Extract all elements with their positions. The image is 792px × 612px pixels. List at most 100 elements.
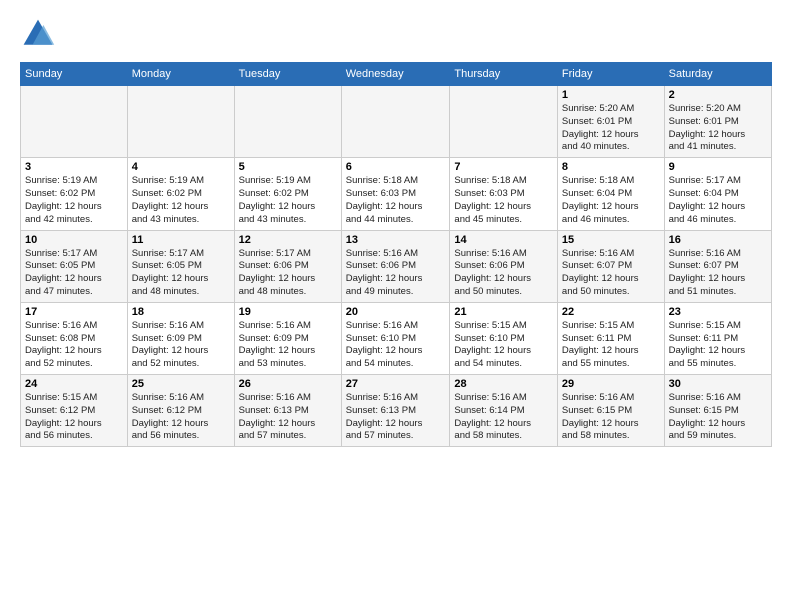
calendar-cell: 4Sunrise: 5:19 AM Sunset: 6:02 PM Daylig… — [127, 158, 234, 230]
day-info: Sunrise: 5:20 AM Sunset: 6:01 PM Dayligh… — [562, 103, 660, 154]
calendar-cell: 23Sunrise: 5:15 AM Sunset: 6:11 PM Dayli… — [664, 302, 771, 374]
calendar-cell: 9Sunrise: 5:17 AM Sunset: 6:04 PM Daylig… — [664, 158, 771, 230]
calendar-cell: 15 Sunrise: 5:16 AM Sunset: 6:07 PM Dayli… — [557, 230, 664, 302]
calendar-cell: 24Sunrise: 5:15 AM Sunset: 6:12 PM Dayli… — [21, 375, 128, 447]
calendar-cell: 11 Sunrise: 5:17 AM Sunset: 6:05 PM Dayli… — [127, 230, 234, 302]
calendar-cell — [21, 86, 128, 158]
weekday-header-sunday: Sunday — [21, 63, 128, 86]
day-info: Sunrise: 5:17 AM Sunset: 6:06 PM Dayligh… — [239, 248, 337, 299]
day-number: 3 — [25, 161, 123, 173]
calendar-cell: 10Sunrise: 5:17 AM Sunset: 6:05 PM Dayli… — [21, 230, 128, 302]
weekday-header-tuesday: Tuesday — [234, 63, 341, 86]
day-info: Sunrise: 5:18 AM Sunset: 6:04 PM Dayligh… — [562, 175, 660, 226]
calendar-cell: 30Sunrise: 5:16 AM Sunset: 6:15 PM Dayli… — [664, 375, 771, 447]
day-number: 29 — [562, 378, 660, 390]
day-info: Sunrise: 5:16 AM Sunset: 6:13 PM Dayligh… — [346, 392, 446, 443]
day-info: Sunrise: 5:16 AM Sunset: 6:06 PM Dayligh… — [346, 248, 446, 299]
calendar-week-row: 3 Sunrise: 5:19 AM Sunset: 6:02 PM Daylig… — [21, 158, 772, 230]
day-info: Sunrise: 5:17 AM Sunset: 6:04 PM Dayligh… — [669, 175, 767, 226]
day-info: Sunrise: 5:15 AM Sunset: 6:10 PM Dayligh… — [454, 320, 553, 371]
weekday-header-monday: Monday — [127, 63, 234, 86]
calendar-cell: 27 Sunrise: 5:16 AM Sunset: 6:13 PM Dayli… — [341, 375, 450, 447]
calendar-cell: 28Sunrise: 5:16 AM Sunset: 6:14 PM Dayli… — [450, 375, 558, 447]
day-number: 1 — [562, 89, 660, 101]
calendar-cell: 7 Sunrise: 5:18 AM Sunset: 6:03 PM Daylig… — [450, 158, 558, 230]
calendar-cell: 8 Sunrise: 5:18 AM Sunset: 6:04 PM Daylig… — [557, 158, 664, 230]
calendar-body: 1 Sunrise: 5:20 AM Sunset: 6:01 PM Daylig… — [21, 86, 772, 447]
day-info: Sunrise: 5:16 AM Sunset: 6:06 PM Dayligh… — [454, 248, 553, 299]
calendar-cell: 1 Sunrise: 5:20 AM Sunset: 6:01 PM Daylig… — [557, 86, 664, 158]
day-info: Sunrise: 5:17 AM Sunset: 6:05 PM Dayligh… — [132, 248, 230, 299]
day-number: 20 — [346, 306, 446, 318]
day-number: 5 — [239, 161, 337, 173]
calendar-cell: 25 Sunrise: 5:16 AM Sunset: 6:12 PM Dayli… — [127, 375, 234, 447]
calendar-cell: 18 Sunrise: 5:16 AM Sunset: 6:09 PM Dayli… — [127, 302, 234, 374]
calendar-cell: 22 Sunrise: 5:15 AM Sunset: 6:11 PM Dayli… — [557, 302, 664, 374]
calendar-header: SundayMondayTuesdayWednesdayThursdayFrid… — [21, 63, 772, 86]
day-number: 27 — [346, 378, 446, 390]
header — [20, 16, 772, 52]
calendar-cell: 20 Sunrise: 5:16 AM Sunset: 6:10 PM Dayli… — [341, 302, 450, 374]
day-number: 2 — [669, 89, 767, 101]
calendar-week-row: 10 Sunrise: 5:17 AM Sunset: 6:05 PM Dayli… — [21, 230, 772, 302]
calendar-cell: 3 Sunrise: 5:19 AM Sunset: 6:02 PM Daylig… — [21, 158, 128, 230]
calendar-cell: 17 Sunrise: 5:16 AM Sunset: 6:08 PM Dayli… — [21, 302, 128, 374]
day-number: 17 — [25, 306, 123, 318]
day-info: Sunrise: 5:19 AM Sunset: 6:02 PM Dayligh… — [25, 175, 123, 226]
day-info: Sunrise: 5:15 AM Sunset: 6:11 PM Dayligh… — [562, 320, 660, 371]
day-number: 8 — [562, 161, 660, 173]
page: SundayMondayTuesdayWednesdayThursdayFrid… — [0, 0, 792, 612]
day-number: 24 — [25, 378, 123, 390]
day-number: 12 — [239, 234, 337, 246]
day-info: Sunrise: 5:16 AM Sunset: 6:15 PM Dayligh… — [669, 392, 767, 443]
day-number: 6 — [346, 161, 446, 173]
day-info: Sunrise: 5:19 AM Sunset: 6:02 PM Dayligh… — [239, 175, 337, 226]
day-number: 10 — [25, 234, 123, 246]
day-info: Sunrise: 5:16 AM Sunset: 6:13 PM Dayligh… — [239, 392, 337, 443]
weekday-header-friday: Friday — [557, 63, 664, 86]
day-number: 16 — [669, 234, 767, 246]
weekday-header-wednesday: Wednesday — [341, 63, 450, 86]
day-number: 26 — [239, 378, 337, 390]
day-info: Sunrise: 5:18 AM Sunset: 6:03 PM Dayligh… — [454, 175, 553, 226]
day-number: 7 — [454, 161, 553, 173]
calendar-cell: 16Sunrise: 5:16 AM Sunset: 6:07 PM Dayli… — [664, 230, 771, 302]
calendar-cell: 26 Sunrise: 5:16 AM Sunset: 6:13 PM Dayli… — [234, 375, 341, 447]
calendar-cell: 13 Sunrise: 5:16 AM Sunset: 6:06 PM Dayli… — [341, 230, 450, 302]
calendar-week-row: 24Sunrise: 5:15 AM Sunset: 6:12 PM Dayli… — [21, 375, 772, 447]
calendar-cell — [341, 86, 450, 158]
day-number: 19 — [239, 306, 337, 318]
weekday-header-saturday: Saturday — [664, 63, 771, 86]
day-info: Sunrise: 5:16 AM Sunset: 6:07 PM Dayligh… — [562, 248, 660, 299]
day-number: 22 — [562, 306, 660, 318]
day-number: 14 — [454, 234, 553, 246]
logo — [20, 16, 60, 52]
calendar-cell — [234, 86, 341, 158]
day-number: 18 — [132, 306, 230, 318]
day-number: 28 — [454, 378, 553, 390]
logo-icon — [20, 16, 56, 52]
day-number: 13 — [346, 234, 446, 246]
calendar-cell: 12 Sunrise: 5:17 AM Sunset: 6:06 PM Dayli… — [234, 230, 341, 302]
day-info: Sunrise: 5:16 AM Sunset: 6:09 PM Dayligh… — [239, 320, 337, 371]
calendar-cell: 6Sunrise: 5:18 AM Sunset: 6:03 PM Daylig… — [341, 158, 450, 230]
day-info: Sunrise: 5:16 AM Sunset: 6:10 PM Dayligh… — [346, 320, 446, 371]
day-info: Sunrise: 5:16 AM Sunset: 6:12 PM Dayligh… — [132, 392, 230, 443]
day-info: Sunrise: 5:16 AM Sunset: 6:08 PM Dayligh… — [25, 320, 123, 371]
day-number: 21 — [454, 306, 553, 318]
day-info: Sunrise: 5:16 AM Sunset: 6:09 PM Dayligh… — [132, 320, 230, 371]
calendar-cell: 14 Sunrise: 5:16 AM Sunset: 6:06 PM Dayli… — [450, 230, 558, 302]
day-number: 25 — [132, 378, 230, 390]
day-info: Sunrise: 5:20 AM Sunset: 6:01 PM Dayligh… — [669, 103, 767, 154]
day-number: 11 — [132, 234, 230, 246]
weekday-row: SundayMondayTuesdayWednesdayThursdayFrid… — [21, 63, 772, 86]
weekday-header-thursday: Thursday — [450, 63, 558, 86]
calendar-cell: 19 Sunrise: 5:16 AM Sunset: 6:09 PM Dayli… — [234, 302, 341, 374]
calendar-cell: 2 Sunrise: 5:20 AM Sunset: 6:01 PM Daylig… — [664, 86, 771, 158]
calendar-cell — [450, 86, 558, 158]
day-number: 15 — [562, 234, 660, 246]
day-info: Sunrise: 5:16 AM Sunset: 6:15 PM Dayligh… — [562, 392, 660, 443]
calendar-week-row: 1 Sunrise: 5:20 AM Sunset: 6:01 PM Daylig… — [21, 86, 772, 158]
day-info: Sunrise: 5:19 AM Sunset: 6:02 PM Dayligh… — [132, 175, 230, 226]
calendar-cell: 5 Sunrise: 5:19 AM Sunset: 6:02 PM Daylig… — [234, 158, 341, 230]
